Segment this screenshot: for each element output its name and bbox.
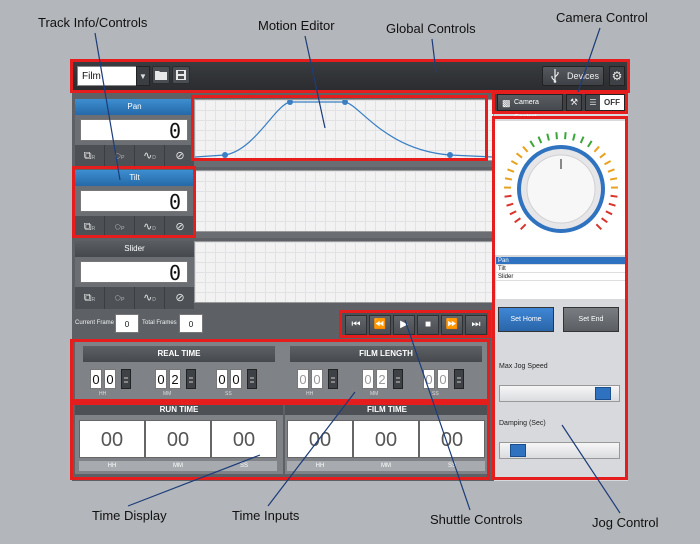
track-value-display: 0 <box>80 261 188 284</box>
tool-letter: P <box>121 297 125 303</box>
curve-icon[interactable]: ∿D <box>135 287 165 309</box>
skip-to-end-icon[interactable]: ⏭ <box>465 315 487 335</box>
callout-time-inputs: Time Inputs <box>232 508 300 523</box>
motion-curve-slider[interactable] <box>194 241 494 303</box>
shuttle-controls: ⏮ ⏪ ▶ ■ ⏩ ⏭ <box>339 310 491 338</box>
tool-letter: R <box>91 297 96 303</box>
track-header-slider[interactable]: Slider <box>75 241 194 257</box>
motion-curve-tilt[interactable] <box>194 170 494 232</box>
frame-counters: Current Frame 0 Total Frames 0 <box>72 311 342 337</box>
track-tool-row: ⧉R ◌P ∿D ⊘ <box>75 287 194 309</box>
callout-motion-editor: Motion Editor <box>258 18 335 33</box>
speedometer-icon[interactable]: ◌P <box>105 145 135 167</box>
copy-icon[interactable]: ⧉R <box>75 145 105 167</box>
track-value-display: 0 <box>80 119 188 142</box>
track-tool-row: ⧉R ◌P ∿D ⊘ <box>75 145 194 167</box>
callout-camera-control: Camera Control <box>556 10 648 25</box>
highlight-motion-editor <box>191 95 488 161</box>
highlight-camera-control <box>492 91 628 114</box>
stop-icon[interactable]: ■ <box>417 315 439 335</box>
callout-time-display: Time Display <box>92 508 167 523</box>
tool-letter: D <box>152 155 156 161</box>
speedometer-icon[interactable]: ◌P <box>105 287 135 309</box>
rewind-icon[interactable]: ⏪ <box>369 315 391 335</box>
skip-to-start-icon[interactable]: ⏮ <box>345 315 367 335</box>
callout-shuttle-controls: Shuttle Controls <box>430 512 523 527</box>
highlight-jog-control <box>492 116 628 480</box>
fast-forward-icon[interactable]: ⏩ <box>441 315 463 335</box>
highlight-time-inputs <box>70 339 490 402</box>
total-frames-label: Total Frames <box>142 320 177 326</box>
current-frame-label: Current Frame <box>75 320 115 326</box>
track-controls-slider: 0 ⧉R ◌P ∿D ⊘ <box>75 257 194 309</box>
disable-curve-icon[interactable]: ⊘ <box>165 287 195 309</box>
highlight-global-controls <box>70 59 630 93</box>
current-frame-field[interactable]: 0 <box>115 314 139 333</box>
callout-jog-control: Jog Control <box>592 515 659 530</box>
callout-track-info: Track Info/Controls <box>38 15 148 30</box>
track-controls-pan: 0 ⧉R ◌P ∿D ⊘ <box>75 115 194 167</box>
tool-letter: P <box>121 155 125 161</box>
play-icon[interactable]: ▶ <box>393 315 415 335</box>
tool-letter: R <box>91 155 96 161</box>
highlight-time-display <box>70 402 490 480</box>
curve-icon[interactable]: ∿D <box>135 145 165 167</box>
track-header-pan[interactable]: Pan <box>75 99 194 115</box>
total-frames-field[interactable]: 0 <box>179 314 203 333</box>
copy-icon[interactable]: ⧉R <box>75 287 105 309</box>
tool-letter: D <box>152 297 156 303</box>
callout-global-controls: Global Controls <box>386 21 476 36</box>
highlight-track-info <box>72 166 196 238</box>
